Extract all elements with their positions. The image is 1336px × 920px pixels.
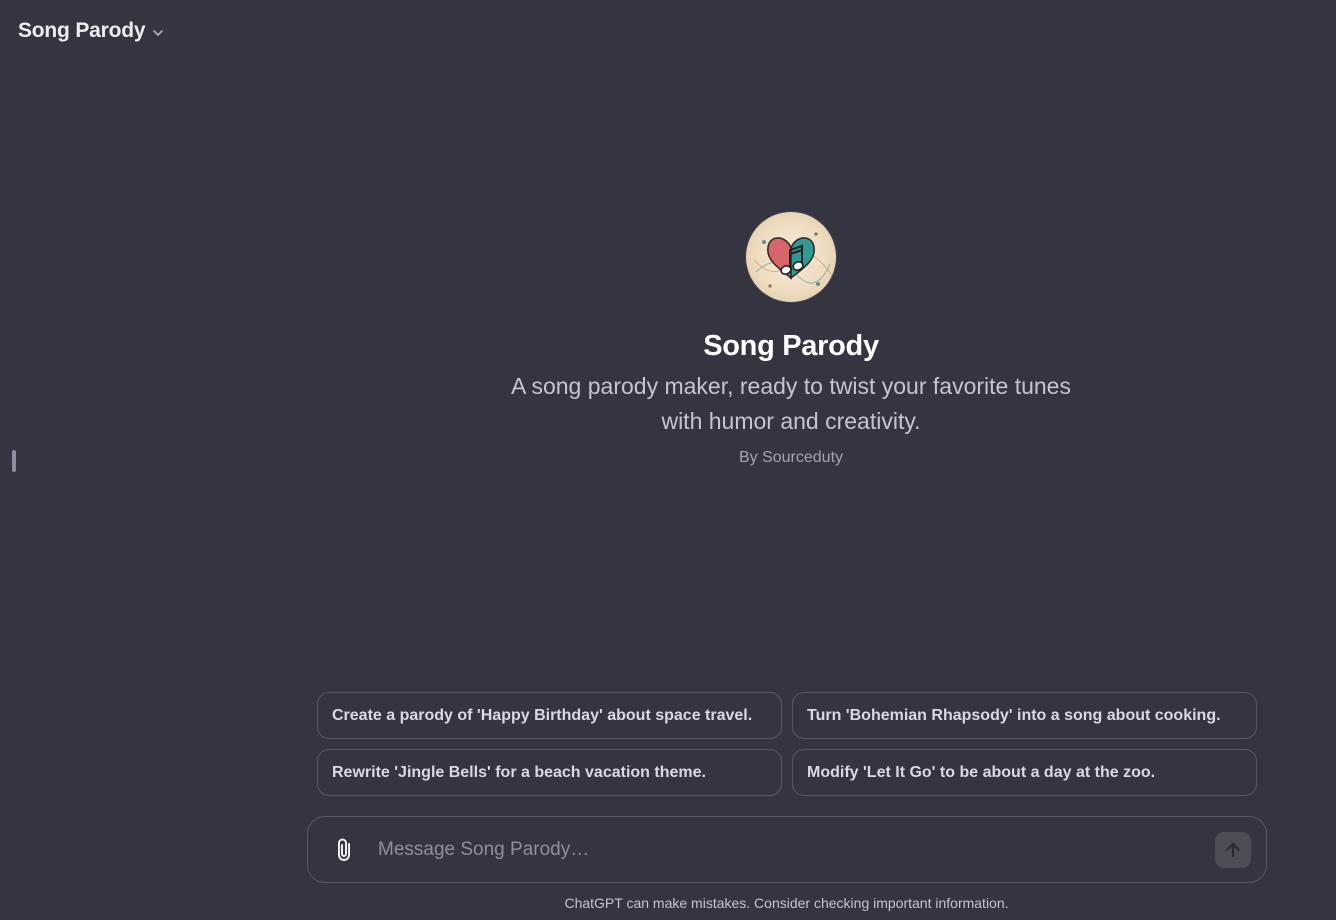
paperclip-icon: [338, 838, 350, 861]
conversation-starters: Create a parody of 'Happy Birthday' abou…: [317, 692, 1257, 796]
chat-page: Song Parody Song Parody A song parody ma…: [0, 0, 1336, 920]
disclaimer-text: ChatGPT can make mistakes. Consider chec…: [564, 895, 1009, 911]
message-composer: [307, 816, 1267, 883]
arrow-up-icon: [1226, 842, 1240, 857]
gpt-title: Song Parody: [18, 19, 146, 42]
attach-file-button[interactable]: [330, 835, 360, 865]
music-heart-logo: [753, 232, 833, 288]
model-switcher[interactable]: Song Parody: [18, 19, 165, 43]
gpt-description: A song parody maker, ready to twist your…: [511, 373, 1071, 434]
gpt-intro: Song Parody A song parody maker, ready t…: [456, 212, 1126, 467]
starter-button[interactable]: Create a parody of 'Happy Birthday' abou…: [317, 692, 782, 739]
message-input[interactable]: [376, 828, 1215, 871]
starter-button[interactable]: Modify 'Let It Go' to be about a day at …: [792, 749, 1257, 796]
chevron-down-icon: [153, 29, 164, 36]
sidebar-toggle-handle[interactable]: [12, 450, 16, 472]
starter-button[interactable]: Turn 'Bohemian Rhapsody' into a song abo…: [792, 692, 1257, 739]
starter-button[interactable]: Rewrite 'Jingle Bells' for a beach vacat…: [317, 749, 782, 796]
send-button[interactable]: [1215, 831, 1251, 868]
gpt-avatar: [746, 212, 836, 302]
gpt-name: Song Parody: [703, 330, 879, 362]
gpt-author: By Sourceduty: [738, 449, 844, 466]
